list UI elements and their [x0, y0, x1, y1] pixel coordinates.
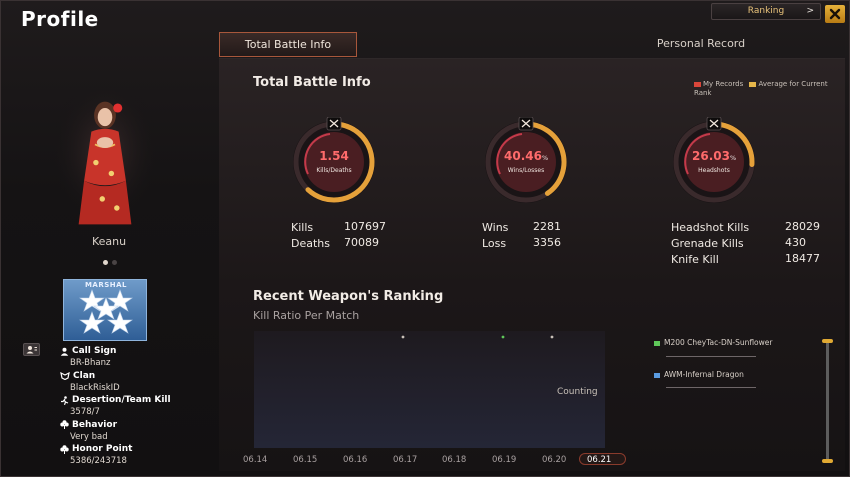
gauge-label-kd: Kills/Deaths: [316, 167, 352, 174]
gauge-unit-wl: %: [541, 155, 548, 162]
gauge-win-loss: 40.46% Wins/Losses: [481, 116, 571, 207]
info-clan: Clan BlackRiskID: [60, 371, 220, 396]
info-label-call-sign: Call Sign: [72, 346, 117, 356]
profile-window: Profile Ranking > Total Battle Info Pers…: [0, 0, 850, 477]
chart-marker: [550, 335, 554, 339]
chevron-right-icon: >: [806, 6, 814, 16]
tab-total-battle-info[interactable]: Total Battle Info: [219, 32, 357, 57]
weapon-underline-1: [666, 356, 756, 357]
weapon-swatch-2: [654, 372, 660, 378]
info-desertion: Desertion/Team Kill 3578/7: [60, 395, 220, 420]
weapon-item-1[interactable]: M200 CheyTac-DN-Sunflower: [654, 338, 772, 347]
legend-my-records: My Records: [703, 80, 744, 88]
chart-marker: [501, 335, 505, 339]
stat-label-grenade-kills: Grenade Kills: [671, 237, 744, 250]
stat-value-wins: 2281: [533, 220, 561, 233]
weapon-list-scrollbar[interactable]: [822, 339, 833, 463]
info-call-sign: Call Sign BR-Bhanz: [60, 346, 220, 371]
battle-info-title: Total Battle Info: [253, 75, 371, 90]
info-value-behavior: Very bad: [70, 431, 108, 442]
page-dot-1[interactable]: [103, 260, 108, 265]
gauge-unit-hs: %: [729, 155, 736, 162]
date-label[interactable]: 06.14: [243, 455, 267, 465]
weapon-ranking-chart: [254, 331, 605, 448]
stat-value-loss: 3356: [533, 236, 561, 249]
clover-icon: [60, 420, 69, 429]
page-dot-2[interactable]: [112, 260, 117, 265]
ranking-button-label: Ranking: [747, 6, 785, 16]
date-label[interactable]: 06.19: [492, 455, 516, 465]
date-label[interactable]: 06.20: [542, 455, 566, 465]
stat-label-deaths: Deaths: [291, 237, 330, 250]
weapon-underline-2: [666, 387, 756, 388]
tab-personal-record[interactable]: Personal Record: [621, 32, 781, 57]
info-honor-point: Honor Point 5386/243718: [60, 444, 220, 469]
date-label-current[interactable]: 06.21: [587, 455, 611, 465]
gauge-legend: My Records Average for Current Rank: [694, 80, 834, 98]
close-button[interactable]: [825, 5, 845, 23]
info-value-honor-point: 5386/243718: [70, 456, 127, 466]
info-value-clan: BlackRiskID: [70, 382, 120, 393]
legend-swatch-my: [694, 81, 701, 87]
info-behavior: Behavior Very bad: [60, 420, 220, 445]
close-icon: [829, 8, 841, 20]
runner-icon: [61, 395, 69, 405]
date-label[interactable]: 06.16: [343, 455, 367, 465]
legend-swatch-avg: [749, 81, 757, 87]
weapon-item-2[interactable]: AWM-Infernal Dragon: [654, 370, 744, 379]
scrollbar-track[interactable]: [826, 343, 829, 459]
clan-icon: [60, 371, 70, 380]
rank-stars-icon: [79, 289, 133, 334]
gauge-label-wl: Wins/Losses: [507, 167, 545, 174]
gauge-value-hs: 26.03: [692, 149, 730, 163]
profile-card-button[interactable]: [23, 343, 40, 356]
weapon-divider-1: [666, 353, 756, 360]
gauge-kill-death: 1.54 Kills/Deaths: [289, 116, 379, 207]
info-label-clan: Clan: [73, 370, 96, 381]
stat-value-deaths: 70089: [344, 236, 379, 249]
date-label[interactable]: 06.18: [442, 455, 466, 465]
gauge-value-wl: 40.46: [504, 149, 542, 163]
window-title: Profile: [21, 7, 99, 31]
stat-value-grenade-kills: 430: [785, 236, 806, 249]
gauge-value-kd: 1.54: [319, 149, 349, 163]
chart-marker: [401, 335, 405, 339]
stat-label-kills: Kills: [291, 221, 314, 234]
weapon-ranking-title: Recent Weapon's Ranking: [253, 289, 444, 304]
info-label-desertion: Desertion/Team Kill: [72, 395, 171, 405]
info-label-honor-point: Honor Point: [72, 444, 133, 454]
weapon-divider-2: [666, 384, 756, 391]
date-label[interactable]: 06.17: [393, 455, 417, 465]
scrollbar-bottom-cap[interactable]: [822, 459, 833, 463]
stat-label-knife-kill: Knife Kill: [671, 253, 719, 266]
chart-status: Counting: [557, 387, 598, 397]
gauge-label-hs: Headshots: [698, 167, 730, 174]
stat-value-kills: 107697: [344, 220, 386, 233]
ranking-button[interactable]: Ranking >: [711, 3, 821, 20]
profile-info-list: Call Sign BR-Bhanz Clan BlackRiskID Dese…: [60, 346, 220, 469]
stat-label-wins: Wins: [482, 221, 509, 234]
weapon-name-2: AWM-Infernal Dragon: [664, 370, 744, 379]
weapon-swatch-1: [654, 340, 660, 346]
person-icon: [60, 347, 69, 356]
gauge-headshots: 26.03% Headshots: [669, 116, 759, 207]
clover-icon: [60, 444, 69, 454]
rank-badge: MARSHAL: [63, 279, 147, 341]
weapon-ranking-subtitle: Kill Ratio Per Match: [253, 309, 360, 322]
character-portrait: [55, 89, 155, 227]
user-card-icon: [26, 346, 37, 354]
info-value-desertion: 3578/7: [70, 407, 100, 417]
character-page-dots[interactable]: [101, 250, 119, 269]
stat-label-headshot-kills: Headshot Kills: [671, 221, 750, 234]
info-label-behavior: Behavior: [72, 419, 118, 430]
date-label[interactable]: 06.15: [293, 455, 317, 465]
stat-value-headshot-kills: 28029: [785, 220, 820, 233]
stat-label-loss: Loss: [482, 237, 507, 250]
stat-value-knife-kill: 18477: [785, 252, 820, 265]
weapon-name-1: M200 CheyTac-DN-Sunflower: [664, 338, 773, 347]
chart-markers: [401, 335, 554, 339]
character-name: Keanu: [91, 235, 127, 248]
info-value-call-sign: BR-Bhanz: [70, 358, 111, 368]
